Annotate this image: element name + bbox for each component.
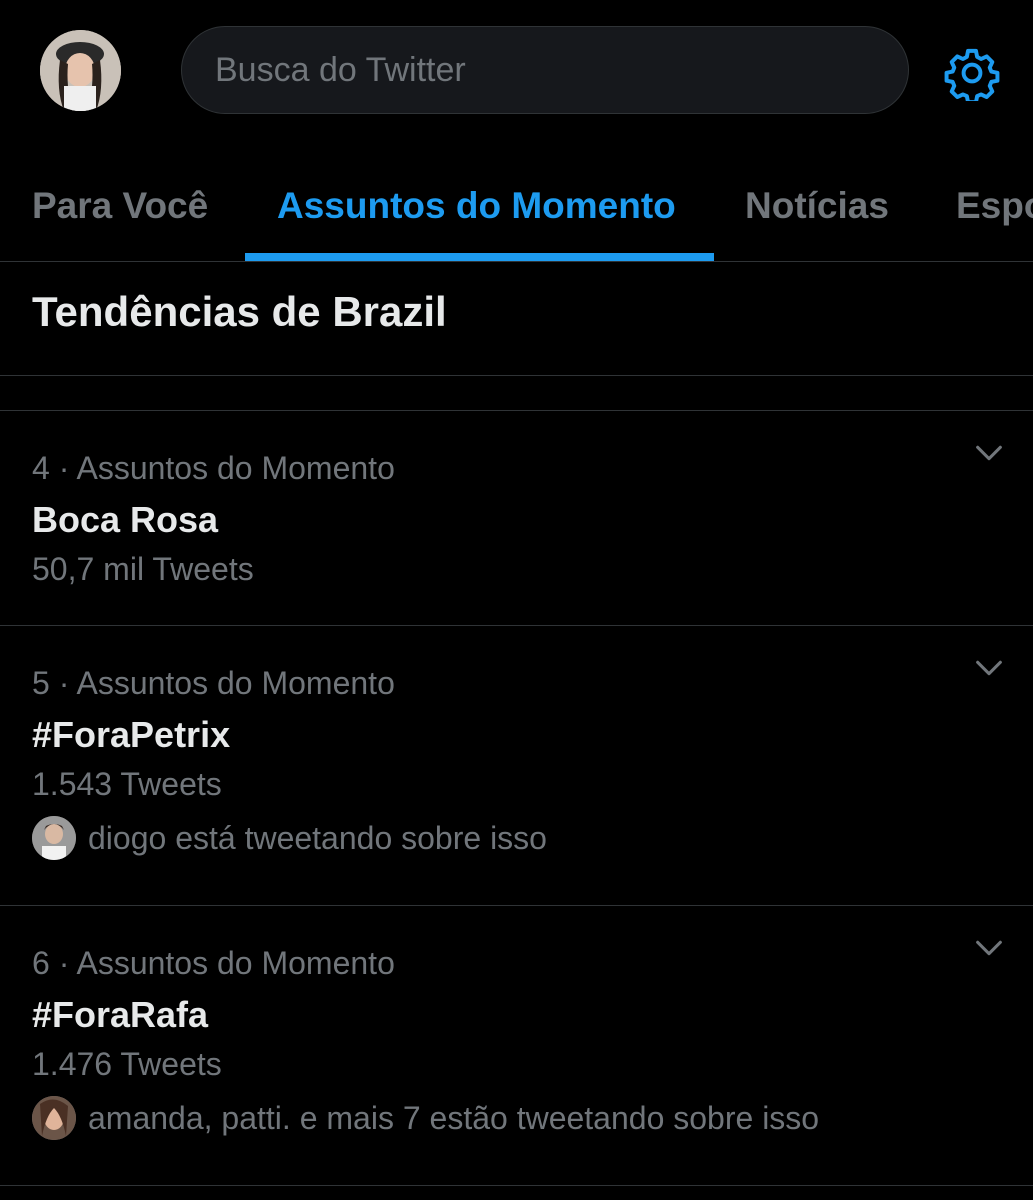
- section-title: Tendências de Brazil: [32, 288, 447, 335]
- divider: [0, 625, 1033, 626]
- divider: [0, 410, 1033, 411]
- search-input[interactable]: [213, 49, 908, 91]
- search-bar[interactable]: [181, 26, 909, 114]
- trend-social-text: diogo está tweetando sobre isso: [88, 819, 547, 856]
- tab-bar: Para Você Assuntos do Momento Notícias E…: [0, 150, 1033, 262]
- trend-meta: 5 · Assuntos do Momento: [32, 665, 395, 701]
- tab-esportes[interactable]: Esportes: [956, 150, 1033, 261]
- trend-name: #ForaRafa: [32, 994, 209, 1035]
- user-avatar-icon: [32, 816, 76, 860]
- trend-tweet-count: 1.543 Tweets: [32, 766, 222, 802]
- trend-name: #ForaPetrix: [32, 714, 231, 755]
- trend-item[interactable]: 5 · Assuntos do Momento #ForaPetrix 1.54…: [0, 660, 1033, 905]
- user-avatar-icon: [32, 1096, 76, 1140]
- tab-para-voce[interactable]: Para Você: [32, 150, 208, 261]
- divider: [0, 1185, 1033, 1186]
- divider: [0, 375, 1033, 376]
- top-bar: [0, 0, 1033, 140]
- trend-social-context: diogo está tweetando sobre isso: [32, 815, 547, 861]
- chevron-down-icon[interactable]: [972, 931, 1006, 965]
- trend-social-text: amanda, patti. e mais 7 estão tweetando …: [88, 1099, 820, 1136]
- gear-icon[interactable]: [944, 45, 1000, 101]
- trend-meta: 4 · Assuntos do Momento: [32, 450, 395, 486]
- avatar-photo-icon: [40, 30, 121, 111]
- chevron-down-icon[interactable]: [972, 436, 1006, 470]
- trend-meta: 6 · Assuntos do Momento: [32, 945, 395, 981]
- trend-item[interactable]: 4 · Assuntos do Momento Boca Rosa 50,7 m…: [0, 445, 1033, 626]
- trend-tweet-count: 50,7 mil Tweets: [32, 551, 254, 587]
- active-tab-indicator: [245, 253, 714, 261]
- trend-social-context: amanda, patti. e mais 7 estão tweetando …: [32, 1095, 819, 1141]
- avatar: [32, 1096, 76, 1140]
- tab-noticias[interactable]: Notícias: [745, 150, 889, 261]
- trend-name: Boca Rosa: [32, 499, 219, 540]
- chevron-down-icon[interactable]: [972, 651, 1006, 685]
- trend-item[interactable]: 6 · Assuntos do Momento #ForaRafa 1.476 …: [0, 940, 1033, 1185]
- tab-assuntos-do-momento[interactable]: Assuntos do Momento: [277, 150, 676, 261]
- divider: [0, 905, 1033, 906]
- profile-avatar[interactable]: [40, 30, 121, 111]
- trend-tweet-count: 1.476 Tweets: [32, 1046, 222, 1082]
- avatar: [32, 816, 76, 860]
